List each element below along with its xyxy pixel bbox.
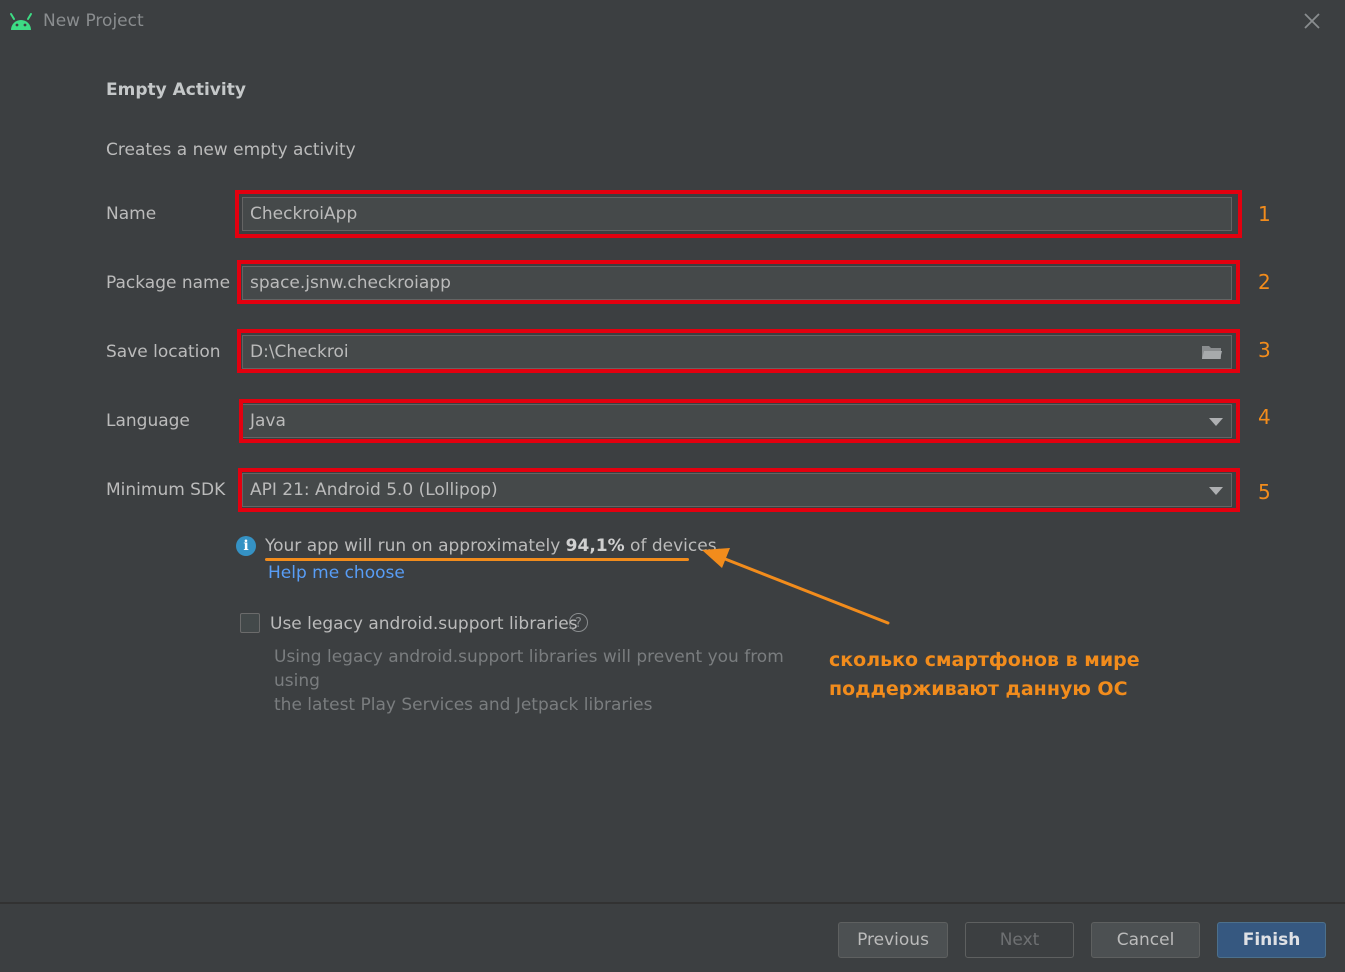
previous-button[interactable]: Previous <box>838 922 948 958</box>
min-sdk-selected-value: API 21: Android 5.0 (Lollipop) <box>250 480 498 500</box>
folder-icon[interactable] <box>1201 343 1223 361</box>
name-field[interactable] <box>242 197 1232 231</box>
name-input[interactable] <box>250 198 1180 230</box>
annotation-arrow <box>702 548 890 625</box>
help-question-icon[interactable]: ? <box>569 613 588 632</box>
save-location-field[interactable] <box>242 335 1232 369</box>
window-title: New Project <box>43 11 144 31</box>
legacy-desc-line-2: the latest Play Services and Jetpack lib… <box>274 695 653 715</box>
language-label: Language <box>106 411 190 431</box>
footer-divider <box>0 902 1345 904</box>
annotation-line-2: поддерживают данную ОС <box>829 678 1128 700</box>
help-me-choose-link[interactable]: Help me choose <box>268 563 405 583</box>
annotation-text: сколько смартфонов в мире поддерживают д… <box>829 646 1140 704</box>
package-field[interactable] <box>242 266 1232 300</box>
cancel-button[interactable]: Cancel <box>1091 922 1200 958</box>
package-input[interactable] <box>250 267 1180 299</box>
chevron-down-icon[interactable] <box>1209 418 1223 426</box>
save-location-label: Save location <box>106 342 221 362</box>
close-icon[interactable] <box>1300 9 1324 33</box>
package-label: Package name <box>106 273 231 293</box>
marker-3: 3 <box>1258 338 1271 362</box>
annotation-line-1: сколько смартфонов в мире <box>829 649 1140 671</box>
language-select[interactable]: Java <box>242 404 1232 438</box>
device-coverage-text: Your app will run on approximately 94,1%… <box>265 536 722 556</box>
highlight-underline <box>265 558 689 561</box>
marker-1: 1 <box>1258 202 1271 226</box>
next-button[interactable]: Next <box>965 922 1074 958</box>
android-icon <box>10 13 32 30</box>
min-sdk-select[interactable]: API 21: Android 5.0 (Lollipop) <box>242 473 1232 507</box>
name-label: Name <box>106 204 157 224</box>
info-icon: i <box>236 536 256 556</box>
finish-button[interactable]: Finish <box>1217 922 1326 958</box>
page-description: Creates a new empty activity <box>106 140 356 160</box>
marker-5: 5 <box>1258 480 1271 504</box>
chevron-down-icon[interactable] <box>1209 487 1223 495</box>
coverage-prefix: Your app will run on approximately <box>265 536 566 556</box>
coverage-percent: 94,1% <box>565 536 625 556</box>
save-location-input[interactable] <box>250 336 1180 368</box>
legacy-support-description: Using legacy android.support libraries w… <box>274 645 814 717</box>
legacy-support-label[interactable]: Use legacy android.support libraries <box>270 614 578 634</box>
marker-2: 2 <box>1258 270 1271 294</box>
page-title: Empty Activity <box>106 80 246 100</box>
marker-4: 4 <box>1258 405 1271 429</box>
legacy-support-checkbox[interactable] <box>240 613 260 633</box>
legacy-desc-line-1: Using legacy android.support libraries w… <box>274 647 784 691</box>
min-sdk-label: Minimum SDK <box>106 480 226 500</box>
title-bar: New Project <box>0 0 1345 44</box>
language-selected-value: Java <box>250 411 286 431</box>
